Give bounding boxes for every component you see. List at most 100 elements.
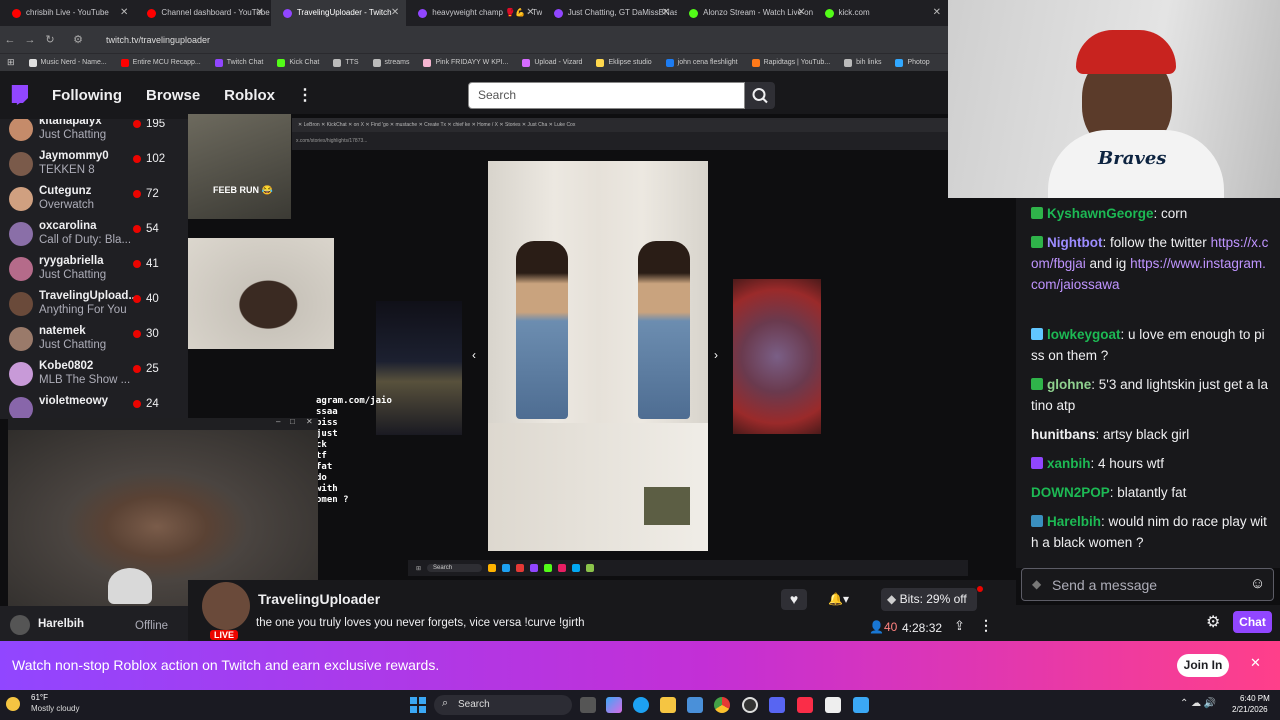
chat-username[interactable]: Nightbot: [1047, 235, 1102, 250]
clock-time: 6:40 PM: [1240, 694, 1270, 703]
task-view-icon[interactable]: [580, 697, 596, 713]
promo-close-icon[interactable]: ✕: [1250, 655, 1266, 675]
tab-close-icon[interactable]: ✕: [797, 0, 805, 26]
browser-tab[interactable]: chrisbih Live - YouTube ✕: [0, 0, 135, 26]
floating-webcam-window[interactable]: – □ ✕: [8, 418, 318, 606]
taskbar-search[interactable]: ⌕ Search: [434, 695, 572, 715]
tab-title: Just Chatting, GT DaMissBNasty: [567, 8, 678, 17]
bookmark-item[interactable]: Twitch Chat: [208, 58, 271, 67]
share-icon[interactable]: ⇪: [954, 618, 965, 634]
bookmark-item[interactable]: Pink FRIDAYY W KPI...: [416, 58, 515, 67]
nav-roblox[interactable]: Roblox: [224, 87, 275, 104]
tab-close-icon[interactable]: ✕: [120, 0, 128, 26]
bits-button[interactable]: ◆ Bits: 29% off: [881, 588, 977, 611]
search-input[interactable]: Search: [468, 82, 745, 109]
windows-start-icon[interactable]: [410, 697, 426, 713]
tab-close-icon[interactable]: ✕: [391, 0, 399, 26]
edge-icon[interactable]: [633, 697, 649, 713]
music-icon[interactable]: [797, 697, 813, 713]
chat-username[interactable]: DOWN2POP: [1031, 485, 1110, 500]
sidebar-channel-item[interactable]: ryygabriella Just Chatting 41: [0, 251, 188, 286]
bookmark-item[interactable]: bih links: [837, 58, 888, 67]
url-field[interactable]: twitch.tv/travelinguploader: [106, 35, 210, 45]
tab-close-icon[interactable]: ✕: [526, 0, 534, 26]
bookmark-item[interactable]: TTS: [326, 58, 365, 67]
more-menu-icon[interactable]: ⋮: [297, 85, 313, 105]
bookmark-item[interactable]: john cena fleshlight: [659, 58, 745, 67]
browser-tab[interactable]: Channel dashboard - YouTube ✕: [135, 0, 270, 26]
browser-tab[interactable]: Alonzo Stream - Watch Live on ✕: [677, 0, 813, 26]
sidebar-channel-item[interactable]: kitanapalyx Just Chatting 195: [0, 119, 188, 146]
copilot-icon[interactable]: [606, 697, 622, 713]
chat-username[interactable]: hunitbans: [1031, 427, 1096, 442]
sidebar-channel-item[interactable]: Jaymommy0 TEKKEN 8 102: [0, 146, 188, 181]
sidebar-bottom-user[interactable]: Harelbih Offline: [0, 606, 188, 641]
tab-close-icon[interactable]: ✕: [255, 0, 263, 26]
browser-tab[interactable]: heavyweight champ 🥊💪 - Tw ✕: [406, 0, 542, 26]
obs-icon[interactable]: [742, 697, 758, 713]
apps-icon[interactable]: ⊞: [0, 57, 22, 68]
bookmark-item[interactable]: Eklipse studio: [589, 58, 658, 67]
promo-join-button[interactable]: Join In: [1177, 654, 1229, 677]
story-next-arrow[interactable]: ›: [714, 348, 718, 362]
sidebar-channel-item[interactable]: oxcarolina Call of Duty: Bla... 54: [0, 216, 188, 251]
sidebar-channel-item[interactable]: violetmeowy 24: [0, 391, 188, 419]
minimize-icon[interactable]: –: [276, 418, 280, 426]
close-icon[interactable]: ✕: [306, 418, 313, 426]
bookmark-item[interactable]: streams: [366, 58, 417, 67]
browser-tab[interactable]: Just Chatting, GT DaMissBNasty ✕: [542, 0, 677, 26]
chat-settings-icon[interactable]: ⚙: [1206, 612, 1220, 632]
weather-icon[interactable]: [6, 697, 20, 711]
chat-badge-icon: [1031, 515, 1043, 527]
nav-browse[interactable]: Browse: [146, 87, 200, 104]
notepad-icon[interactable]: [853, 697, 869, 713]
system-tray[interactable]: ⌃ ☁ 🔊: [1180, 698, 1216, 709]
chat-username[interactable]: KyshawnGeorge: [1047, 206, 1154, 221]
bookmark-item[interactable]: Upload - Vizard: [515, 58, 589, 67]
chat-send-button[interactable]: Chat: [1233, 611, 1272, 633]
chat-input[interactable]: ◆ Send a message ☺: [1021, 568, 1274, 601]
bookmark-item[interactable]: Music Nerd - Name...: [22, 58, 114, 67]
sidebar-channel-item[interactable]: Cutegunz Overwatch 72: [0, 181, 188, 216]
bookmark-item[interactable]: Photop: [888, 58, 936, 67]
chat-username[interactable]: Harelbih: [1047, 514, 1101, 529]
bookmark-item[interactable]: Entire MCU Recapp...: [114, 58, 208, 67]
more-options-icon[interactable]: ⋮: [979, 617, 993, 634]
chrome-icon[interactable]: [714, 697, 730, 713]
captured-search: Search: [427, 564, 483, 572]
nav-following[interactable]: Following: [52, 87, 122, 104]
channel-name[interactable]: TravelingUploader: [258, 591, 380, 607]
story-thumbnail-right[interactable]: [733, 279, 821, 434]
story-main[interactable]: [488, 161, 708, 551]
twitch-logo-icon[interactable]: [11, 85, 28, 105]
chat-username[interactable]: xanbih: [1047, 456, 1091, 471]
forward-icon[interactable]: →: [20, 34, 40, 46]
bookmark-item[interactable]: Kick Chat: [270, 58, 326, 67]
discord-icon[interactable]: [769, 697, 785, 713]
browser-tab[interactable]: TravelingUploader - Twitch ✕: [270, 0, 407, 26]
chat-username[interactable]: glohne: [1047, 377, 1091, 392]
store-icon[interactable]: [687, 697, 703, 713]
emote-picker-icon[interactable]: ☺: [1250, 575, 1265, 592]
capcut-icon[interactable]: [825, 697, 841, 713]
search-button[interactable]: [745, 82, 775, 109]
chat-username[interactable]: lowkeygoat: [1047, 327, 1121, 342]
tab-close-icon[interactable]: ✕: [662, 0, 670, 26]
back-icon[interactable]: ←: [0, 34, 20, 46]
file-explorer-icon[interactable]: [660, 697, 676, 713]
channel-avatar[interactable]: [202, 582, 250, 630]
sidebar-channel-item[interactable]: Kobe0802 MLB The Show ... 25: [0, 356, 188, 391]
story-thumbnail-left[interactable]: [376, 301, 462, 435]
reload-icon[interactable]: ↻: [40, 33, 60, 46]
site-info-icon[interactable]: ⚙: [68, 33, 88, 46]
follow-heart-icon[interactable]: ♥: [781, 589, 807, 610]
notification-bell-icon[interactable]: 🔔▾: [828, 589, 868, 610]
story-prev-arrow[interactable]: ‹: [472, 348, 476, 362]
sidebar-channel-item[interactable]: TravelingUpload... Anything For You 40: [0, 286, 188, 321]
sidebar-channel-item[interactable]: natemek Just Chatting 30: [0, 321, 188, 356]
browser-tab[interactable]: kick.com ✕: [813, 0, 948, 26]
tab-close-icon[interactable]: ✕: [933, 0, 941, 26]
tab-title: TravelingUploader - Twitch: [296, 8, 392, 17]
bookmark-item[interactable]: Rapidtags | YouTub...: [745, 58, 838, 67]
maximize-icon[interactable]: □: [290, 418, 295, 426]
